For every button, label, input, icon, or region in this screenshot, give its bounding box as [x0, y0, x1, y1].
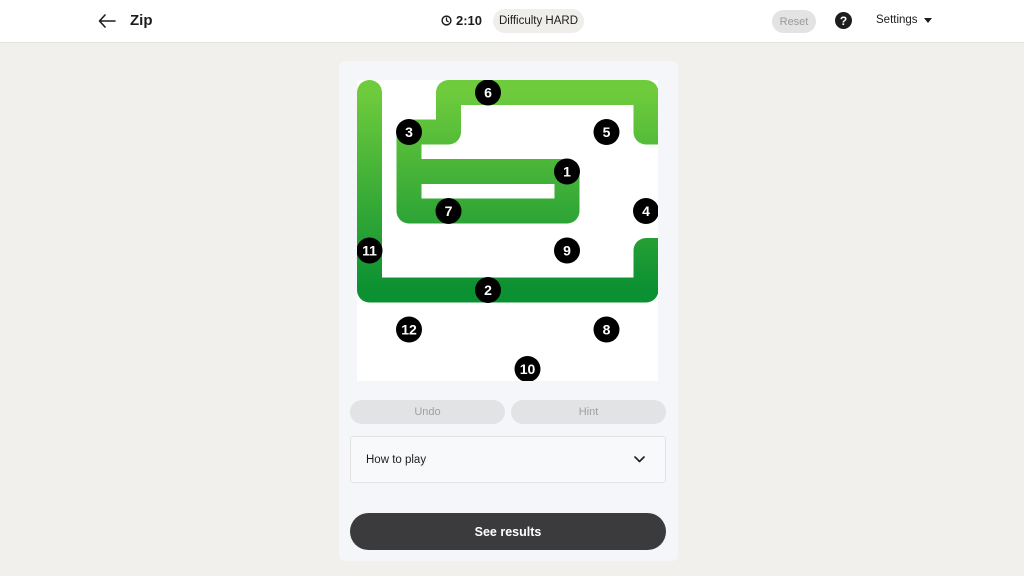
- waypoint-12: 12: [396, 316, 422, 343]
- chevron-down-icon: [634, 456, 645, 463]
- waypoint-number: 7: [445, 203, 453, 219]
- help-icon[interactable]: ?: [835, 12, 852, 29]
- settings-label: Settings: [876, 14, 918, 26]
- waypoint-5: 5: [593, 119, 620, 145]
- waypoint-number: 3: [405, 124, 413, 140]
- waypoint-3: 3: [396, 119, 422, 145]
- back-button[interactable]: [94, 9, 120, 33]
- waypoint-number: 2: [484, 282, 492, 298]
- timer: 2:10: [441, 13, 482, 28]
- waypoint-number: 10: [520, 361, 536, 377]
- how-to-play-toggle[interactable]: How to play: [350, 436, 666, 483]
- waypoint-number: 8: [603, 322, 611, 338]
- waypoint-7: 7: [435, 198, 462, 224]
- arrow-left-icon: [98, 14, 116, 28]
- waypoint-9: 9: [554, 237, 580, 264]
- settings-button[interactable]: Settings: [876, 14, 932, 26]
- waypoint-number: 6: [484, 85, 492, 101]
- reset-button[interactable]: Reset: [772, 10, 816, 33]
- difficulty-badge: Difficulty HARD: [493, 9, 584, 33]
- waypoint-number: 11: [362, 243, 377, 259]
- waypoint-6: 6: [475, 80, 501, 106]
- timer-value: 2:10: [456, 13, 483, 28]
- see-results-button[interactable]: See results: [350, 513, 666, 550]
- waypoint-number: 5: [603, 124, 611, 140]
- waypoint-number: 4: [642, 203, 650, 219]
- waypoint-number: 9: [563, 243, 571, 259]
- waypoint-4: 4: [633, 198, 658, 224]
- zip-board[interactable]: 123456789101112: [357, 80, 658, 381]
- waypoint-11: 11: [357, 237, 383, 264]
- how-to-play-label: How to play: [366, 453, 427, 466]
- waypoint-number: 1: [563, 164, 571, 180]
- waypoint-number: 12: [401, 322, 417, 338]
- hint-button[interactable]: Hint: [511, 400, 666, 424]
- waypoint-8: 8: [593, 316, 620, 343]
- clock-icon: [441, 15, 452, 26]
- app-title: Zip: [130, 12, 153, 29]
- waypoint-10: 10: [514, 356, 541, 381]
- caret-down-icon: [923, 17, 932, 23]
- waypoint-2: 2: [475, 277, 501, 303]
- waypoint-1: 1: [554, 158, 580, 185]
- top-bar: Zip 2:10 Difficulty HARD Reset ? Setting…: [0, 0, 1024, 43]
- undo-button[interactable]: Undo: [350, 400, 505, 424]
